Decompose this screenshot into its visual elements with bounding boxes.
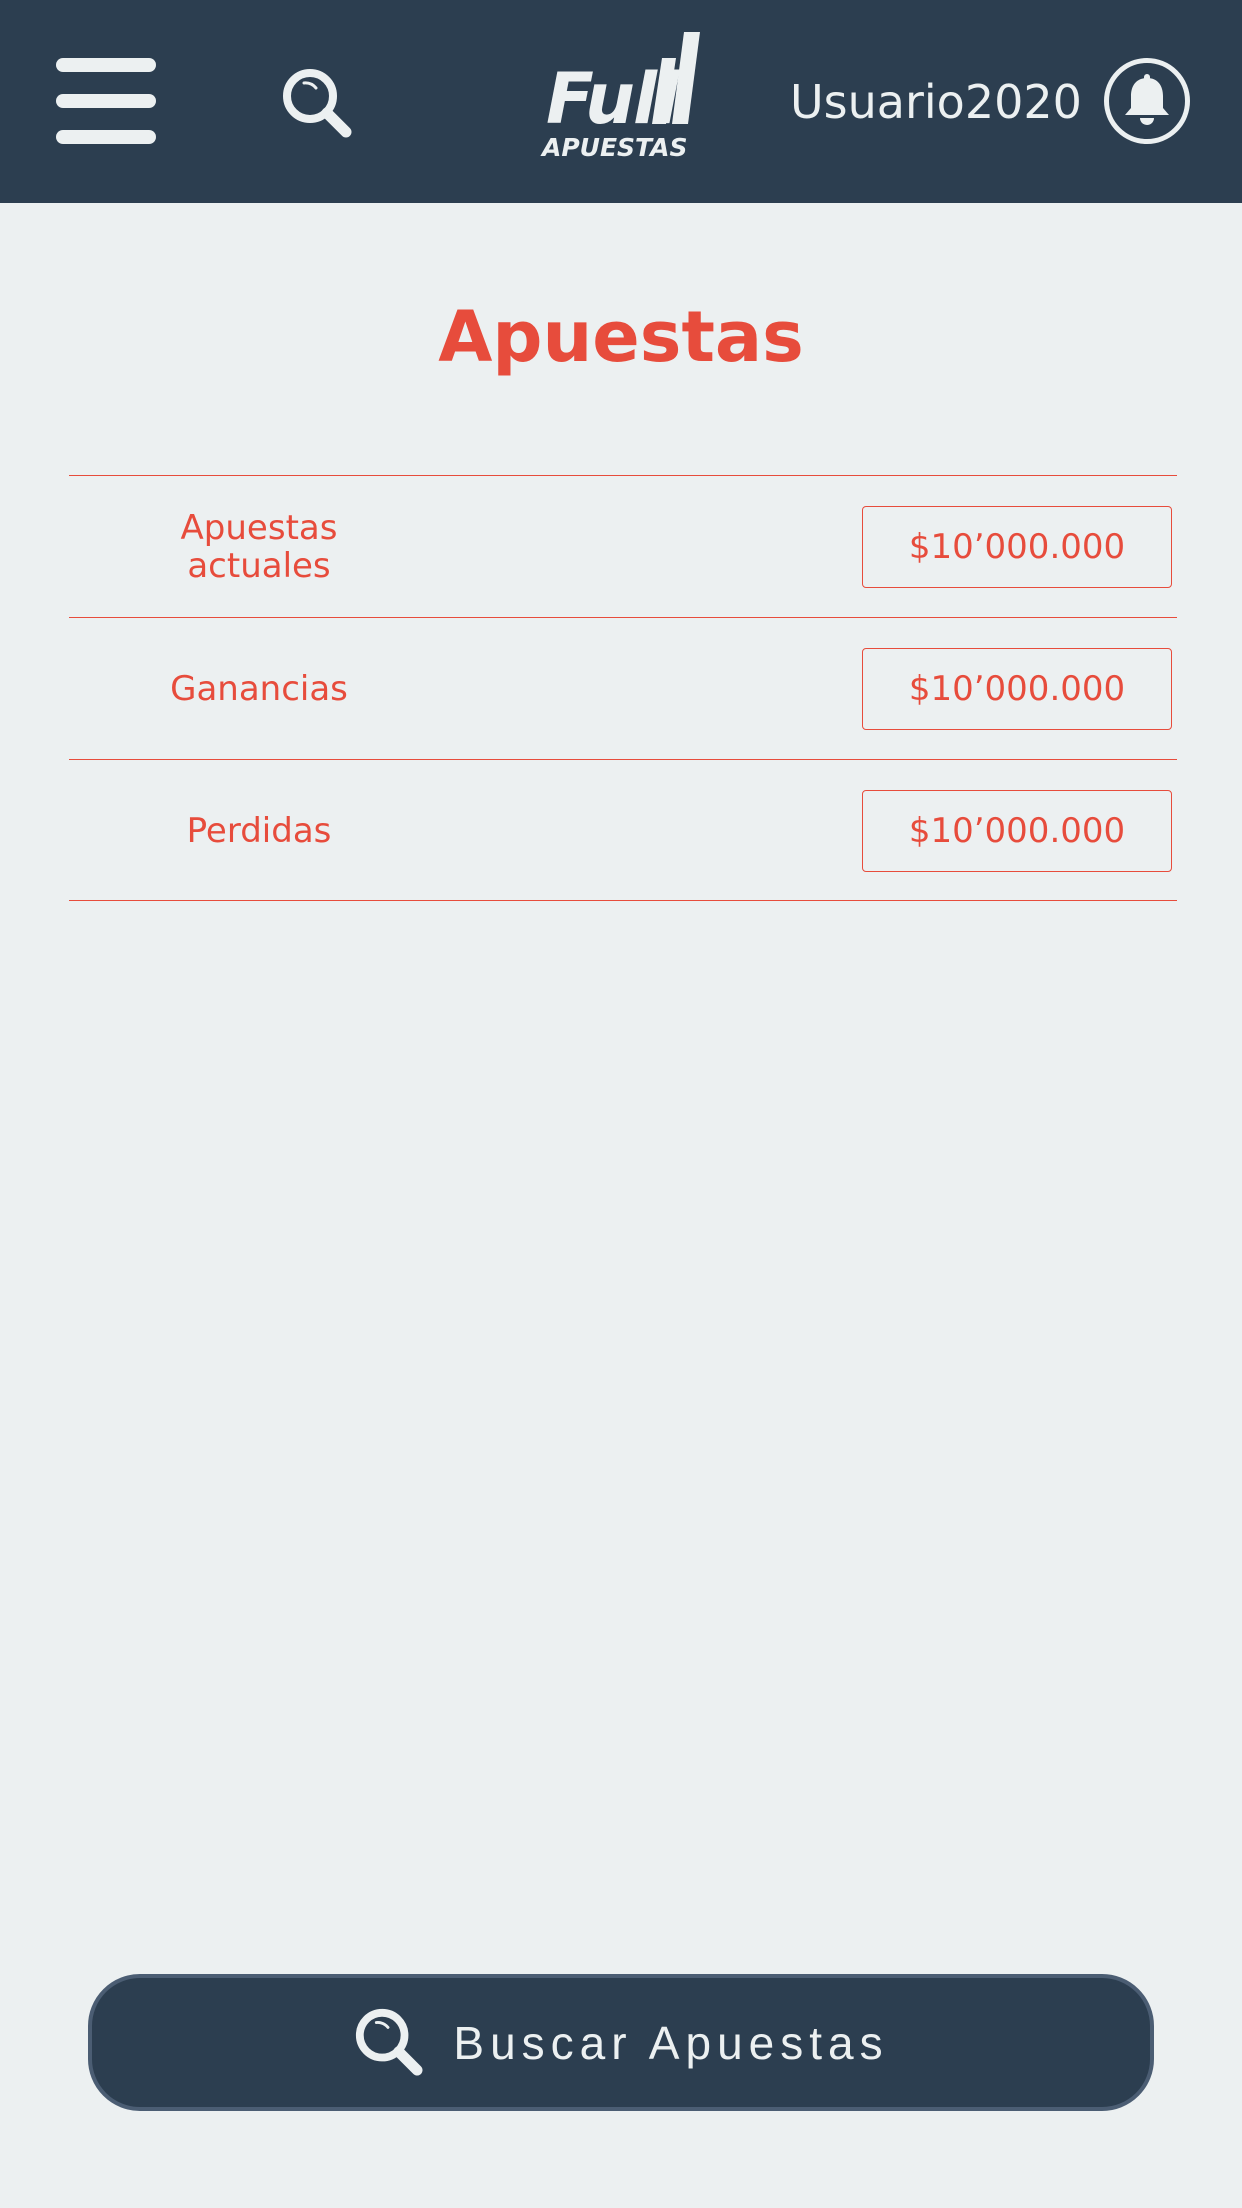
stat-value-field: $10’000.000 bbox=[862, 648, 1172, 730]
page-title: Apuestas bbox=[438, 296, 804, 378]
search-icon[interactable] bbox=[280, 66, 352, 138]
stat-label: Apuestas actuales bbox=[180, 508, 338, 586]
username[interactable]: Usuario2020 bbox=[790, 72, 1082, 132]
logo-sub-text: APUESTAS bbox=[542, 133, 688, 162]
stat-value-field: $10’000.000 bbox=[862, 506, 1172, 588]
top-bar: Full APUESTAS Usuario2020 bbox=[0, 0, 1242, 203]
stat-row-earnings: Ganancias $10’000.000 bbox=[69, 617, 1177, 759]
search-bets-button[interactable]: Buscar Apuestas bbox=[88, 1974, 1154, 2111]
hamburger-menu-icon[interactable] bbox=[56, 58, 156, 144]
menu-line bbox=[56, 130, 156, 144]
bets-summary-list: Apuestas actuales $10’000.000 Ganancias … bbox=[69, 475, 1177, 901]
full-apuestas-logo: Full APUESTAS bbox=[538, 28, 704, 162]
search-bets-label: Buscar Apuestas bbox=[453, 2016, 889, 2069]
stat-label: Perdidas bbox=[186, 811, 332, 851]
menu-line bbox=[56, 94, 156, 108]
stat-label: Ganancias bbox=[170, 669, 348, 709]
stat-row-losses: Perdidas $10’000.000 bbox=[69, 759, 1177, 901]
stat-row-current-bets: Apuestas actuales $10’000.000 bbox=[69, 475, 1177, 617]
stat-value-field: $10’000.000 bbox=[862, 790, 1172, 872]
logo-main-text: Full bbox=[546, 58, 679, 140]
search-icon bbox=[353, 2006, 423, 2079]
menu-line bbox=[56, 58, 156, 72]
bell-icon[interactable] bbox=[1104, 58, 1190, 144]
